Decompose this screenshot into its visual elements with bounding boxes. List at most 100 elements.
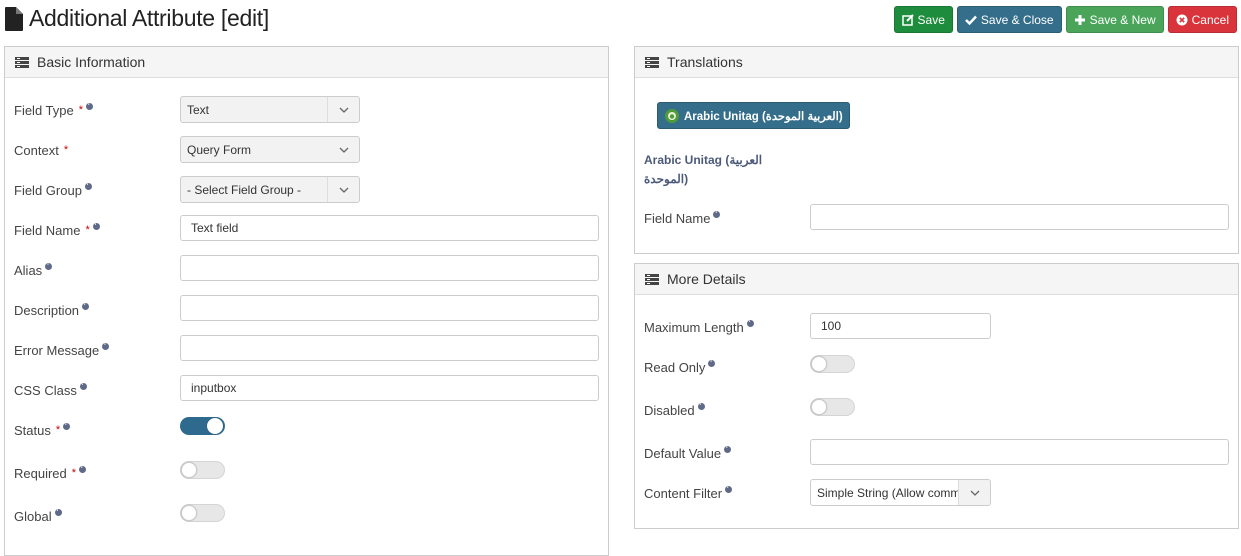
language-heading-line: الموحدة) (644, 172, 689, 186)
label-text: Description (14, 303, 80, 318)
select-value: Simple String (Allow common (817, 485, 974, 500)
toolbar: Save Save & Close Save & New Cancel (893, 6, 1237, 33)
error-message-input[interactable] (180, 335, 599, 361)
help-icon[interactable] (92, 221, 100, 230)
help-icon[interactable] (79, 381, 87, 390)
status-toggle[interactable] (180, 417, 225, 435)
help-icon[interactable] (45, 261, 53, 270)
translations-panel: Translations Arabic Unitag (العربية المو… (634, 46, 1239, 254)
panel-title: More Details (667, 271, 746, 287)
help-icon[interactable] (724, 444, 732, 453)
save-button[interactable]: Save (893, 6, 953, 33)
list-icon (645, 56, 659, 68)
context-label: Context * (14, 143, 68, 158)
field-name-input[interactable]: Text field (180, 215, 599, 241)
css-class-label: CSS Class (14, 381, 87, 398)
close-circle-icon (1176, 14, 1188, 25)
field-type-select[interactable]: Text (180, 96, 360, 123)
field-type-label: Field Type * (14, 101, 94, 118)
error-message-label: Error Message (14, 341, 110, 358)
required-marker: * (71, 467, 77, 479)
flag-icon (665, 108, 679, 123)
check-icon (965, 15, 977, 25)
content-filter-label: Content Filter (644, 484, 733, 501)
global-toggle[interactable] (180, 504, 225, 522)
label-text: Global (14, 509, 52, 524)
required-marker: * (63, 144, 69, 156)
toggle-knob (811, 356, 827, 372)
help-icon[interactable] (708, 358, 716, 367)
default-value-input[interactable] (810, 439, 1229, 465)
field-group-label: Field Group (14, 181, 92, 198)
max-length-label: Maximum Length (644, 318, 754, 335)
toggle-knob (207, 418, 223, 434)
label-text: Maximum Length (644, 320, 744, 335)
translation-field-name-input[interactable] (810, 204, 1229, 230)
help-icon[interactable] (713, 209, 721, 218)
label-text: Required (14, 466, 67, 481)
context-select[interactable]: Query Form (180, 136, 360, 163)
plus-icon (1074, 14, 1085, 25)
help-icon[interactable] (63, 421, 71, 430)
css-class-input[interactable]: inputbox (180, 375, 599, 401)
save-close-label: Save & Close (980, 12, 1054, 27)
field-name-label: Field Name * (14, 221, 100, 238)
help-icon[interactable] (79, 464, 87, 473)
required-label: Required * (14, 464, 87, 481)
help-icon[interactable] (725, 484, 733, 493)
help-icon[interactable] (82, 301, 90, 310)
select-value: Text (187, 102, 210, 117)
content-filter-select[interactable]: Simple String (Allow common (810, 479, 991, 506)
help-icon[interactable] (746, 318, 754, 327)
toggle-knob (181, 505, 197, 521)
label-text: Field Name (644, 211, 711, 226)
disabled-label: Disabled (644, 401, 705, 418)
select-value: Query Form (187, 142, 252, 157)
status-label: Status * (14, 421, 71, 438)
language-heading: Arabic Unitag (العربية الموحدة) (644, 151, 762, 189)
disabled-toggle[interactable] (810, 398, 855, 416)
edit-icon (901, 13, 914, 26)
chevron-down-icon (328, 137, 359, 162)
save-new-button[interactable]: Save & New (1065, 6, 1164, 33)
help-icon[interactable] (102, 341, 110, 350)
read-only-toggle[interactable] (810, 355, 855, 373)
title-area: Additional Attribute [edit] (5, 5, 269, 32)
label-text: Field Group (14, 183, 82, 198)
label-text: Error Message (14, 343, 100, 358)
select-value: - Select Field Group - (187, 182, 302, 197)
language-tab-button[interactable]: Arabic Unitag (العربية الموحدة) (657, 102, 850, 129)
panel-header: Translations (635, 47, 1238, 78)
help-icon[interactable] (84, 181, 92, 190)
global-label: Global (14, 507, 62, 524)
required-toggle[interactable] (180, 461, 225, 479)
language-tab-label: Arabic Unitag (العربية الموحدة) (684, 110, 843, 123)
label-text: Context (14, 143, 59, 158)
max-length-input[interactable]: 100 (810, 313, 991, 339)
cancel-label: Cancel (1191, 12, 1229, 27)
label-text: Disabled (644, 403, 695, 418)
field-group-select[interactable]: - Select Field Group - (180, 176, 360, 203)
label-text: Alias (14, 263, 43, 278)
label-text: Default Value (644, 446, 722, 461)
description-input[interactable] (180, 295, 599, 321)
chevron-down-icon (327, 97, 359, 122)
page-title: Additional Attribute [edit] (29, 5, 269, 31)
toggle-knob (811, 399, 827, 415)
save-label: Save (917, 12, 945, 27)
description-label: Description (14, 301, 90, 318)
alias-input[interactable] (180, 255, 599, 281)
help-icon[interactable] (86, 101, 94, 110)
cancel-button[interactable]: Cancel (1167, 6, 1237, 33)
basic-information-panel: Basic Information Field Type * Text Conte… (4, 46, 609, 556)
help-icon[interactable] (54, 507, 62, 516)
label-text: Field Name (14, 223, 81, 238)
save-close-button[interactable]: Save & Close (956, 6, 1062, 33)
label-text: Content Filter (644, 486, 723, 501)
required-marker: * (85, 224, 90, 236)
chevron-down-icon (958, 480, 990, 505)
chevron-down-icon (327, 177, 359, 202)
help-icon[interactable] (697, 401, 705, 410)
panel-title: Translations (667, 54, 743, 70)
list-icon (15, 56, 29, 68)
